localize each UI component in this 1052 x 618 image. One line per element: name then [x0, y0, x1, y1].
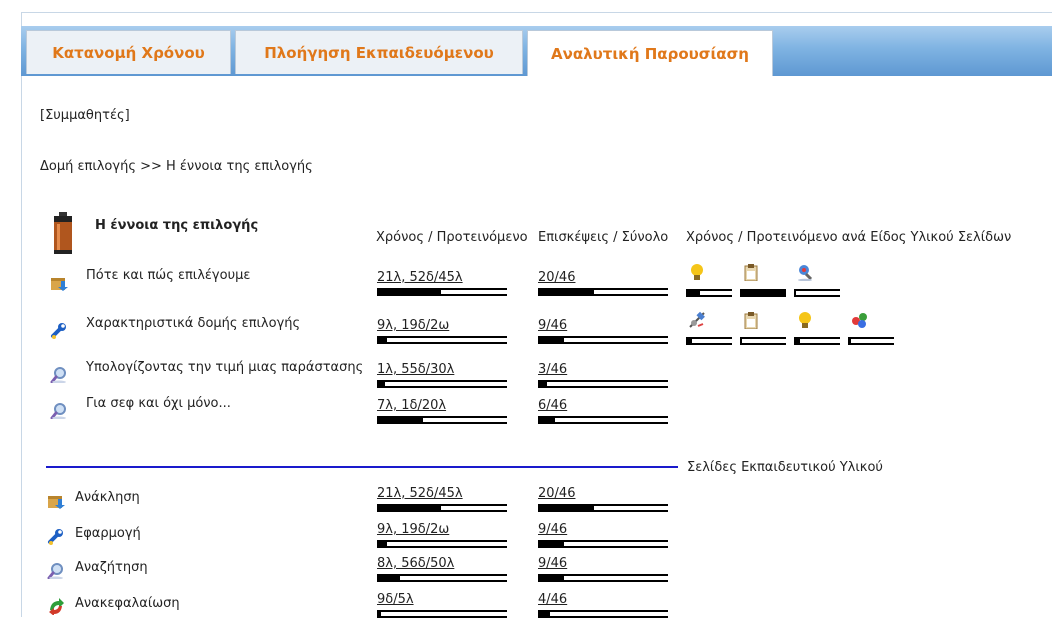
material-item-label[interactable]: Αναζήτηση: [75, 560, 148, 575]
clipboard-icon: [744, 312, 758, 329]
type-time-bar: [794, 289, 840, 297]
column-header-visits: Επισκέψεις / Σύνολο: [538, 230, 669, 245]
material-visits-bar: [538, 540, 668, 548]
type-time-bar: [848, 337, 894, 345]
type-time-bar-fill: [794, 339, 800, 343]
page-time-bar: [377, 416, 507, 424]
classmates-link[interactable]: [Συμμαθητές]: [40, 108, 130, 123]
magnifier-icon: [50, 367, 66, 383]
wrench-icon: [51, 323, 66, 339]
material-visits-bar: [538, 610, 668, 618]
section-separator: [46, 466, 678, 468]
type-time-bar: [740, 337, 786, 345]
page-item-label[interactable]: Υπολογίζοντας την τιμή μιας παράστασης: [86, 360, 363, 375]
page-time-value[interactable]: 1λ, 55δ/30λ: [377, 362, 454, 377]
page-visits-value[interactable]: 6/46: [538, 398, 567, 413]
tab-learner-navigation[interactable]: Πλοήγηση Εκπαιδευόμενου: [235, 30, 523, 74]
material-visits-bar-fill: [538, 506, 594, 510]
material-time-bar: [377, 610, 507, 618]
page-time-bar: [377, 380, 507, 388]
lightbulb-icon: [691, 264, 703, 280]
material-time-bar: [377, 574, 507, 582]
type-time-bar-fill: [686, 339, 692, 343]
material-visits-bar-fill: [538, 542, 564, 546]
satellite-icon: [689, 311, 705, 328]
page-time-bar-fill: [377, 418, 423, 422]
material-time-value[interactable]: 9λ, 19δ/2ω: [377, 522, 449, 537]
type-time-bar: [686, 337, 732, 345]
page-visits-bar-fill: [538, 418, 555, 422]
battery-icon: [54, 212, 72, 254]
material-time-value[interactable]: 21λ, 52δ/45λ: [377, 486, 463, 501]
material-time-value[interactable]: 9δ/5λ: [377, 592, 414, 607]
material-time-bar: [377, 540, 507, 548]
material-visits-bar: [538, 504, 668, 512]
page-visits-value[interactable]: 3/46: [538, 362, 567, 377]
page-visits-value[interactable]: 20/46: [538, 270, 575, 285]
page-time-bar-fill: [377, 382, 385, 386]
type-time-bar: [686, 289, 732, 297]
material-time-value[interactable]: 8λ, 56δ/50λ: [377, 556, 454, 571]
page-item-label[interactable]: Για σεφ και όχι μόνο...: [86, 396, 231, 411]
material-item-label[interactable]: Εφαρμογή: [75, 526, 141, 541]
page-visits-bar: [538, 416, 668, 424]
material-visits-value[interactable]: 9/46: [538, 522, 567, 537]
material-visits-value[interactable]: 9/46: [538, 556, 567, 571]
column-header-time: Χρόνος / Προτεινόμενο: [376, 230, 528, 245]
column-header-by-type: Χρόνος / Προτεινόμενο ανά Είδος Υλικού Σ…: [686, 230, 1012, 245]
page-visits-bar: [538, 336, 668, 344]
material-visits-bar: [538, 574, 668, 582]
concept-title: Η έννοια της επιλογής: [95, 218, 259, 233]
material-item-label[interactable]: Ανακεφαλαίωση: [75, 596, 180, 611]
material-visits-value[interactable]: 4/46: [538, 592, 567, 607]
content-frame: [21, 12, 1052, 617]
wrench-icon: [48, 529, 63, 545]
material-time-bar-fill: [377, 506, 441, 510]
tab-time-allocation[interactable]: Κατανομή Χρόνου: [26, 30, 231, 74]
page-time-bar: [377, 288, 507, 296]
type-time-bar: [740, 289, 786, 297]
material-visits-value[interactable]: 20/46: [538, 486, 575, 501]
material-time-bar-fill: [377, 612, 381, 616]
material-time-bar-fill: [377, 576, 400, 580]
breadcrumb: Δομή επιλογής >> Η έννοια της επιλογής: [40, 159, 313, 174]
type-time-bar-fill: [686, 291, 700, 295]
globe-search-icon: [798, 265, 813, 281]
page-visits-bar: [538, 288, 668, 296]
page-time-value[interactable]: 7λ, 1δ/20λ: [377, 398, 446, 413]
page-time-bar-fill: [377, 338, 387, 342]
type-time-bar-fill: [794, 291, 796, 295]
material-visits-bar-fill: [538, 576, 564, 580]
page-time-value[interactable]: 9λ, 19δ/2ω: [377, 318, 449, 333]
lightbulb-icon: [799, 312, 811, 328]
page-item-label[interactable]: Χαρακτηριστικά δομής επιλογής: [86, 316, 300, 331]
page-item-label[interactable]: Πότε και πώς επιλέγουμε: [86, 268, 250, 283]
material-time-bar-fill: [377, 542, 387, 546]
page-visits-bar-fill: [538, 290, 594, 294]
material-visits-bar-fill: [538, 612, 550, 616]
type-time-bar-fill: [740, 339, 742, 343]
download-box-icon: [51, 278, 68, 291]
material-time-bar: [377, 504, 507, 512]
recycle-arrows-icon: [49, 598, 64, 615]
download-box-icon: [48, 496, 65, 509]
type-time-bar-fill: [740, 291, 786, 295]
clipboard-icon: [744, 264, 758, 281]
type-time-bar: [794, 337, 840, 345]
page-time-value[interactable]: 21λ, 52δ/45λ: [377, 270, 463, 285]
page-time-bar: [377, 336, 507, 344]
molecule-icon: [852, 313, 867, 328]
page-visits-bar-fill: [538, 382, 547, 386]
magnifier-icon: [47, 563, 63, 579]
tab-detailed-presentation[interactable]: Αναλυτική Παρουσίαση: [527, 30, 773, 76]
page-visits-bar-fill: [538, 338, 564, 342]
page-visits-value[interactable]: 9/46: [538, 318, 567, 333]
material-section-title: Σελίδες Εκπαιδευτικού Υλικού: [687, 460, 883, 475]
magnifier-icon: [50, 403, 66, 419]
page-time-bar-fill: [377, 290, 441, 294]
page-visits-bar: [538, 380, 668, 388]
material-item-label[interactable]: Ανάκληση: [75, 490, 140, 505]
type-time-bar-fill: [848, 339, 851, 343]
